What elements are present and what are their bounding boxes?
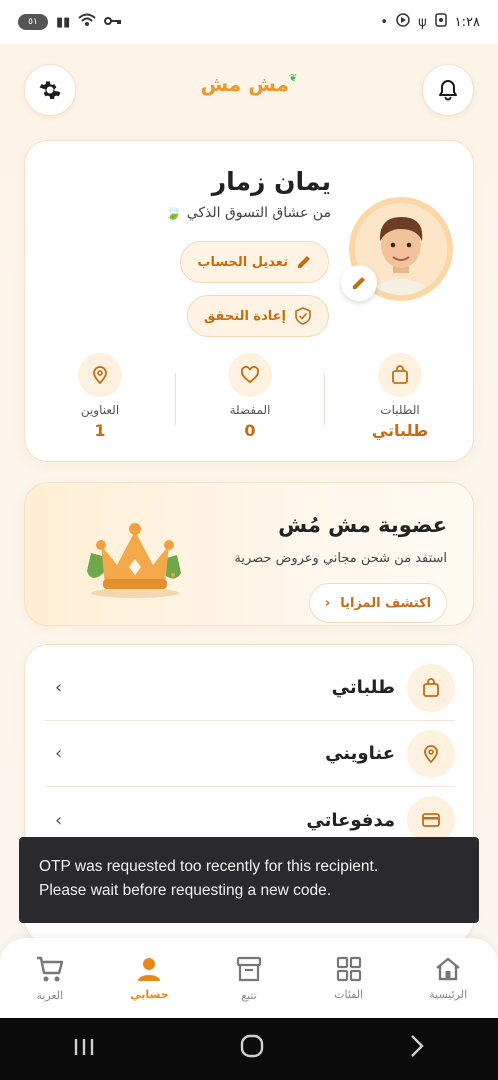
toast-line-1: OTP was requested too recently for this … [39,858,379,875]
divider [324,373,325,425]
nav-label: الرئيسية [429,987,468,1001]
battery-level: ٥١ [28,17,38,27]
nav-label: الفئات [334,987,364,1001]
back-system-button[interactable] [409,1034,425,1064]
home-icon [436,957,460,980]
reverify-button[interactable]: إعادة التحقق [186,295,329,337]
signal-icon: ▮▮ [56,14,71,30]
chevron-left-icon: ‹ [324,595,331,611]
menu-item-orders[interactable]: ‹ طلباتي [45,655,455,721]
edit-account-button[interactable]: تعديل الحساب [180,241,329,283]
recent-apps-icon [74,1039,93,1055]
reverify-label: إعادة التحقق [203,308,286,324]
divider [175,373,176,425]
person-icon [138,957,161,981]
cart-icon [36,956,64,981]
stat-favorites-icon-wrap [228,353,272,397]
archive-icon [236,956,262,981]
pencil-icon [353,277,365,289]
menu-label: عناويني [325,743,395,764]
stat-label: الطلبات [380,403,420,417]
menu-label: مدفوعاتي [306,809,395,831]
nav-label: تتبع [241,988,257,1002]
grid-icon [336,956,361,981]
nav-home[interactable]: الرئيسية [398,938,498,1018]
usb-icon: ψ [418,14,427,30]
user-name: يمان زمار [211,167,331,196]
stat-value: 0 [244,421,256,440]
wifi-icon [78,13,96,31]
profile-stats: الطلبات طلباتي المفضلة 0 العناوين 1 [25,353,475,453]
membership-card: عضوية مش مُش استفد من شحن مجاني وعروض حص… [24,482,474,626]
membership-subtitle: استفد من شحن مجاني وعروض حصرية [234,551,447,566]
crown-icon [87,523,181,598]
menu-item-addresses[interactable]: ‹ عناويني [45,721,455,787]
menu-icon-wrap [407,663,455,712]
play-icon [396,13,410,31]
leaf-icon: ❦ [288,73,298,84]
user-subtitle-text: من عشاق التسوق الذكي [186,205,331,221]
notifications-button[interactable] [422,64,474,116]
membership-title: عضوية مش مُش [278,513,447,537]
shield-check-icon [295,307,311,325]
stat-addresses-icon-wrap [78,353,122,397]
stat-value: 1 [94,421,106,440]
key-icon [104,15,122,30]
logo-text: مش مش [200,72,289,96]
bag-icon [392,365,408,384]
bell-icon [439,80,457,101]
user-subtitle: من عشاق التسوق الذكي 🍃 [165,205,331,221]
stat-value: طلباتي [371,421,429,440]
nav-account[interactable]: حسابي [100,938,200,1018]
stat-orders[interactable]: الطلبات طلباتي [325,353,475,453]
location-icon [424,744,438,763]
menu-icon-wrap [407,729,455,778]
recent-apps-button[interactable] [73,1035,95,1063]
nav-categories[interactable]: الفئات [299,938,399,1018]
battery-icon: ٥١ [18,14,48,30]
stat-orders-icon-wrap [378,353,422,397]
dot-icon: • [380,14,389,30]
system-navigation-bar [0,1018,498,1080]
error-toast: OTP was requested too recently for this … [19,837,479,923]
pencil-icon [298,256,310,268]
nav-label: حسابي [130,987,169,1001]
toast-line-2: Please wait before requesting a new code… [39,882,332,899]
leaf-icon: 🍃 [164,205,183,221]
chevron-left-icon: ‹ [55,677,63,698]
discover-benefits-button[interactable]: اكتشف المزايا ‹ [309,583,447,623]
discover-benefits-label: اكتشف المزايا [340,595,432,611]
nav-cart[interactable]: العربة [0,938,100,1018]
stat-label: العناوين [80,403,120,417]
nav-label: العربة [36,988,64,1002]
record-icon [434,13,447,31]
edit-account-label: تعديل الحساب [197,254,288,270]
chevron-left-icon: ‹ [55,743,63,764]
stat-favorites[interactable]: المفضلة 0 [175,353,325,453]
home-system-button[interactable] [240,1034,264,1064]
chevron-left-icon: ‹ [55,809,63,831]
profile-card: يمان زمار من عشاق التسوق الذكي 🍃 تعديل ا… [24,140,474,462]
menu-label: طلباتي [331,677,395,698]
avatar-edit-button[interactable] [341,265,377,301]
circle-home-icon [240,1034,264,1058]
location-icon [93,366,107,385]
bag-icon [423,677,439,697]
card-icon [422,813,440,827]
stat-label: المفضلة [229,403,271,417]
stat-addresses[interactable]: العناوين 1 [25,353,175,453]
bottom-navigation: الرئيسية الفئات تتبع حسابي العربة [0,938,498,1018]
nav-track[interactable]: تتبع [199,938,299,1018]
status-bar: ٥١ ▮▮ • ψ ١:٢٨ [0,0,498,44]
chevron-right-icon [411,1035,425,1057]
clock-time: ١:٢٨ [454,14,480,30]
heart-icon [241,366,259,384]
top-bar: مش مش❦ [0,64,498,118]
